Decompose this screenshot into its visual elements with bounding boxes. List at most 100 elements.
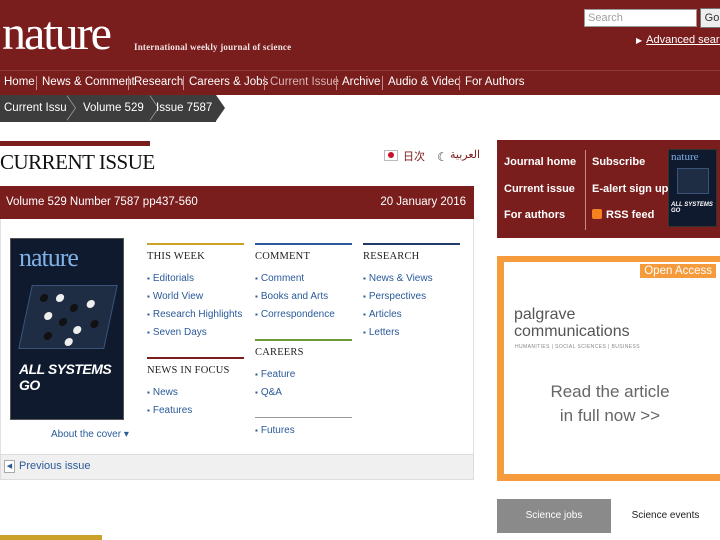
breadcrumb-issue: Issue 7587 bbox=[156, 102, 213, 114]
nav-divider bbox=[459, 76, 460, 90]
sidebar-journal-home[interactable]: Journal home bbox=[504, 156, 576, 168]
link-futures[interactable]: ▪ Futures bbox=[255, 425, 295, 436]
about-cover-label: About the cover bbox=[51, 429, 122, 440]
nav-item-research[interactable]: Research bbox=[134, 71, 183, 95]
title-rule bbox=[0, 141, 150, 146]
bullet-icon: ▪ bbox=[147, 310, 150, 319]
bullet-icon: ▪ bbox=[363, 328, 366, 337]
comment-rule bbox=[255, 243, 352, 245]
sidebar-for-authors[interactable]: For authors bbox=[504, 209, 565, 221]
bullet-icon: ▪ bbox=[363, 274, 366, 283]
sidebar-ealert[interactable]: E-alert sign up bbox=[592, 183, 668, 195]
nature-logo[interactable]: nature bbox=[2, 8, 112, 60]
cover-image[interactable]: nature ALL SYSTEMS GO bbox=[10, 238, 124, 420]
link-label: News bbox=[152, 387, 178, 398]
page-title: CURRENT ISSUE bbox=[0, 150, 155, 174]
breadcrumb-chevron bbox=[216, 95, 225, 121]
link-label: News & Views bbox=[368, 273, 433, 284]
japan-flag-icon[interactable] bbox=[384, 150, 398, 161]
link-seven-days[interactable]: ▪ Seven Days bbox=[147, 327, 207, 338]
bullet-icon: ▪ bbox=[255, 370, 258, 379]
nav-item-news-comment[interactable]: News & Comment bbox=[42, 71, 135, 95]
sidebar-current-issue[interactable]: Current issue bbox=[504, 183, 575, 195]
news-in-focus-rule bbox=[147, 357, 244, 359]
nav-item-audio-video[interactable]: Audio & Video bbox=[388, 71, 461, 95]
crescent-icon[interactable]: ☾ bbox=[437, 150, 448, 164]
link-feature[interactable]: ▪ Feature bbox=[255, 369, 295, 380]
go-board-thumb-graphic bbox=[677, 168, 709, 194]
ad-brand: palgrave communications bbox=[514, 306, 630, 340]
nav-divider bbox=[382, 76, 383, 90]
nav-item-archive[interactable]: Archive bbox=[342, 71, 380, 95]
japanese-link[interactable]: 日次 bbox=[403, 148, 425, 164]
thumb-masthead: nature bbox=[671, 151, 699, 163]
breadcrumb-current-issue[interactable]: Current Issue bbox=[4, 95, 73, 122]
link-articles[interactable]: ▪ Articles bbox=[363, 309, 402, 320]
rss-icon[interactable] bbox=[592, 209, 602, 219]
tab-science-jobs[interactable]: Science jobs bbox=[497, 499, 611, 533]
link-perspectives[interactable]: ▪ Perspectives bbox=[363, 291, 426, 302]
nav-divider bbox=[336, 76, 337, 90]
link-news[interactable]: ▪ News bbox=[147, 387, 178, 398]
link-label: Books and Arts bbox=[260, 291, 329, 302]
careers-rule bbox=[255, 339, 352, 341]
search-input[interactable] bbox=[584, 9, 697, 27]
issue-date: 20 January 2016 bbox=[380, 196, 466, 208]
bullet-icon: ▪ bbox=[147, 292, 150, 301]
link-label: Articles bbox=[368, 309, 402, 320]
sidebar-rss-feed[interactable]: RSS feed bbox=[606, 209, 654, 221]
about-cover-link[interactable]: About the cover ▾ bbox=[51, 429, 129, 440]
this-week-heading: THIS WEEK bbox=[147, 251, 205, 262]
bullet-icon: ▪ bbox=[255, 426, 258, 435]
nav-divider bbox=[264, 76, 265, 90]
tab-science-events[interactable]: Science events bbox=[611, 499, 720, 533]
sidebar-subscribe[interactable]: Subscribe bbox=[592, 156, 645, 168]
link-label: Futures bbox=[260, 425, 295, 436]
news-in-focus-heading: NEWS IN FOCUS bbox=[147, 365, 230, 376]
previous-issue-link[interactable]: Previous issue bbox=[19, 460, 91, 472]
link-qa[interactable]: ▪ Q&A bbox=[255, 387, 282, 398]
link-editorials[interactable]: ▪ Editorials bbox=[147, 273, 194, 284]
comment-heading: COMMENT bbox=[255, 251, 311, 262]
nav-divider bbox=[36, 76, 37, 90]
link-research-highlights[interactable]: ▪ Research Highlights bbox=[147, 309, 242, 320]
advanced-search-label: Advanced search bbox=[646, 34, 720, 46]
nav-divider bbox=[183, 76, 184, 90]
this-week-rule bbox=[147, 243, 244, 245]
link-label: Features bbox=[152, 405, 193, 416]
bullet-icon: ▪ bbox=[255, 388, 258, 397]
search-go-button[interactable]: Go bbox=[700, 8, 720, 28]
ad-brand-subtitle: HUMANITIES | SOCIAL SCIENCES | BUSINESS bbox=[515, 344, 640, 350]
bullet-icon: ▪ bbox=[363, 292, 366, 301]
sidebar-divider bbox=[585, 150, 586, 230]
link-letters[interactable]: ▪ Letters bbox=[363, 327, 399, 338]
link-comment[interactable]: ▪ Comment bbox=[255, 273, 304, 284]
nav-item-home[interactable]: Home bbox=[4, 71, 35, 95]
nav-item-current-issue[interactable]: Current Issue bbox=[270, 71, 339, 95]
bullet-icon: ▪ bbox=[147, 406, 150, 415]
advanced-search-link[interactable]: ▶Advanced search bbox=[636, 34, 720, 46]
nav-item-careers-jobs[interactable]: Careers & Jobs bbox=[189, 71, 268, 95]
arabic-link[interactable]: العربية bbox=[450, 148, 480, 161]
breadcrumb-volume[interactable]: Volume 529 bbox=[83, 95, 144, 122]
link-correspondence[interactable]: ▪ Correspondence bbox=[255, 309, 335, 320]
bullet-icon: ▪ bbox=[147, 328, 150, 337]
bullet-icon: ▪ bbox=[147, 274, 150, 283]
advertisement-panel bbox=[504, 262, 720, 474]
futures-rule bbox=[255, 417, 352, 418]
link-news-views[interactable]: ▪ News & Views bbox=[363, 273, 433, 284]
link-features[interactable]: ▪ Features bbox=[147, 405, 192, 416]
cover-thumbnail[interactable]: nature ALL SYSTEMS GO bbox=[668, 149, 717, 227]
ad-call-to-action[interactable]: Read the article in full now >> bbox=[545, 380, 675, 428]
issue-info-bar: Volume 529 Number 7587 pp437-560 20 Janu… bbox=[0, 186, 474, 219]
link-books-arts[interactable]: ▪ Books and Arts bbox=[255, 291, 328, 302]
link-world-view[interactable]: ▪ World View bbox=[147, 291, 203, 302]
bottom-accent-rule bbox=[0, 535, 102, 540]
nav-item-for-authors[interactable]: For Authors bbox=[465, 71, 524, 95]
chevron-down-icon: ▾ bbox=[123, 429, 129, 440]
link-label: Comment bbox=[260, 273, 305, 284]
link-label: Q&A bbox=[260, 387, 282, 398]
arrow-right-icon: ▶ bbox=[636, 36, 643, 45]
breadcrumb-end bbox=[216, 95, 720, 122]
arrow-left-icon[interactable]: ◀ bbox=[4, 460, 15, 473]
